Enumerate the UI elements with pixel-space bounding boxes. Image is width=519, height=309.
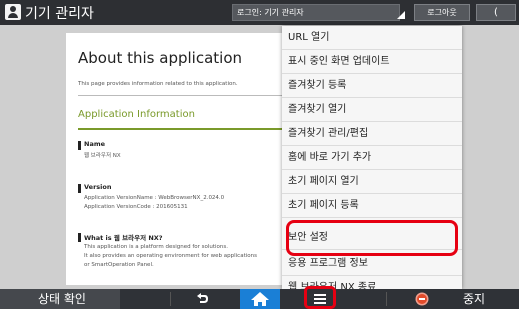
name-value: 웹 브라우저 NX bbox=[84, 153, 121, 159]
stop-label: 중지 bbox=[463, 292, 486, 306]
home-icon bbox=[251, 292, 269, 306]
what-line-1: This application is a platform designed … bbox=[84, 244, 229, 250]
page-title: About this application bbox=[78, 49, 242, 67]
menu-item-open-bookmark[interactable]: 즐겨찾기 열기 bbox=[282, 98, 462, 122]
back-arrow-icon[interactable] bbox=[192, 289, 212, 309]
menu-item-add-home-shortcut[interactable]: 홈에 바로 가기 추가 bbox=[282, 146, 462, 170]
device-screen: { "header": { "title": "기기 관리자", "login_… bbox=[0, 0, 519, 309]
what-line-2: It also provides an operating environmen… bbox=[84, 253, 257, 259]
menu-item-add-bookmark[interactable]: 즐겨찾기 등록 bbox=[282, 74, 462, 98]
divider bbox=[386, 292, 387, 306]
field-marker bbox=[78, 184, 81, 193]
divider bbox=[78, 95, 296, 96]
home-button[interactable] bbox=[240, 289, 280, 309]
back-button[interactable]: ( bbox=[476, 4, 516, 21]
version-code-line: Application VersionCode : 201605131 bbox=[84, 204, 188, 210]
menu-item-open-start-page[interactable]: 초기 페이지 열기 bbox=[282, 170, 462, 194]
menu-item-register-start-page[interactable]: 초기 페이지 등록 bbox=[282, 194, 462, 218]
stop-icon[interactable] bbox=[412, 289, 432, 309]
what-label: What is 웹 브라우저 NX? bbox=[84, 234, 163, 242]
what-line-3: or SmartOperation Panel. bbox=[84, 262, 154, 268]
app-title: 기기 관리자 bbox=[25, 6, 94, 22]
user-icon bbox=[5, 4, 21, 20]
security-highlight bbox=[286, 220, 458, 256]
menu-item-refresh[interactable]: 표시 중인 화면 업데이트 bbox=[282, 50, 462, 74]
top-bar: 기기 관리자 로그인: 기기 관리자 로그아웃 ( bbox=[0, 0, 519, 25]
field-marker bbox=[78, 141, 81, 150]
section-title: Application Information bbox=[78, 109, 195, 120]
divider bbox=[170, 292, 171, 306]
version-name-line: Application VersionName : WebBrowserNX_2… bbox=[84, 195, 225, 201]
logout-button[interactable]: 로그아웃 bbox=[414, 4, 470, 21]
name-label: Name bbox=[84, 140, 106, 148]
status-check-button[interactable]: 상태 확인 bbox=[0, 289, 120, 309]
bottom-bar: 상태 확인 중지 bbox=[0, 289, 519, 309]
login-status: 로그인: 기기 관리자 bbox=[232, 4, 400, 21]
menu-item-open-url[interactable]: URL 열기 bbox=[282, 26, 462, 50]
menu-button-highlight bbox=[304, 286, 336, 309]
version-label: Version bbox=[84, 183, 112, 191]
section-divider bbox=[78, 128, 296, 130]
menu-item-manage-bookmark[interactable]: 즐겨찾기 관리/편집 bbox=[282, 122, 462, 146]
field-marker bbox=[78, 233, 81, 242]
page-intro: This page provides information related t… bbox=[78, 81, 238, 87]
resize-corner-icon bbox=[397, 11, 405, 19]
